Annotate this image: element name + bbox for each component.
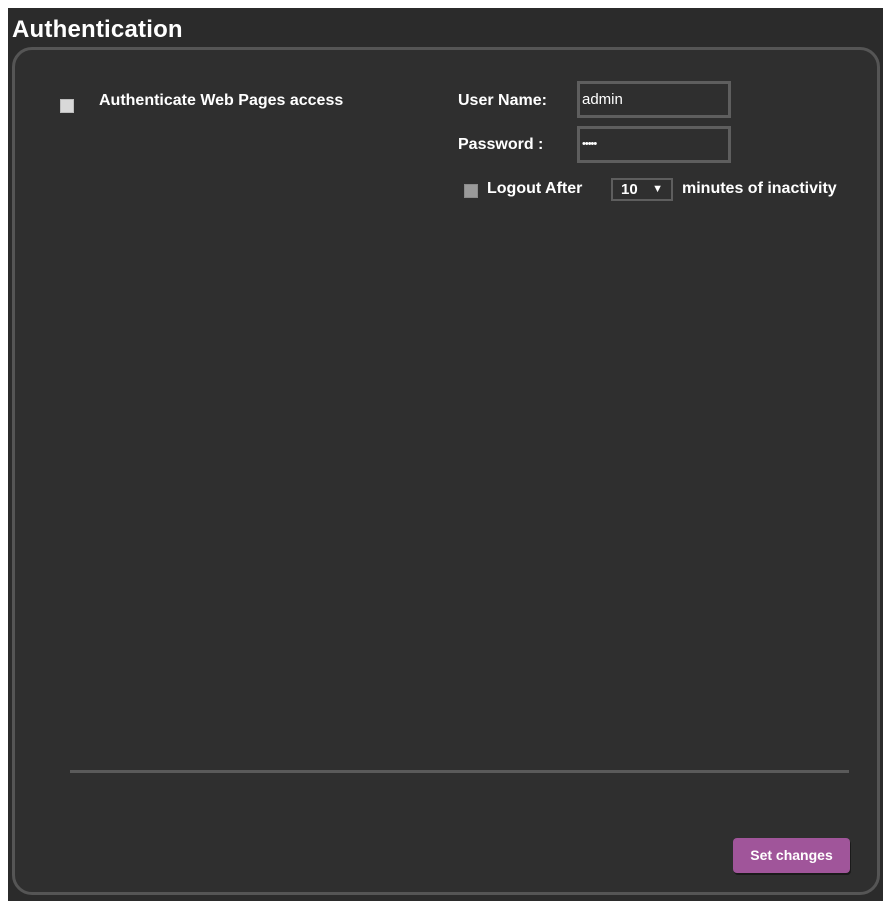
authenticate-web-pages-checkbox[interactable] <box>60 99 74 113</box>
password-label: Password : <box>458 136 544 153</box>
authentication-page: Authentication Authenticate Web Pages ac… <box>8 8 883 901</box>
logout-minutes-value: 10 <box>621 181 638 198</box>
username-input[interactable]: admin <box>577 81 731 118</box>
logout-minutes-select[interactable]: 10 ▼ <box>611 178 673 201</box>
password-input[interactable]: ••••• <box>577 126 731 163</box>
authentication-panel: Authenticate Web Pages access User Name:… <box>12 47 880 895</box>
chevron-down-icon: ▼ <box>652 183 663 195</box>
logout-after-label: Logout After <box>487 180 583 197</box>
authenticate-web-pages-label: Authenticate Web Pages access <box>99 92 344 109</box>
logout-suffix-label: minutes of inactivity <box>682 180 837 197</box>
logout-after-checkbox[interactable] <box>464 184 478 198</box>
set-changes-button[interactable]: Set changes <box>733 838 850 873</box>
username-label: User Name: <box>458 92 547 109</box>
page-title: Authentication <box>12 16 183 43</box>
divider <box>70 770 849 773</box>
